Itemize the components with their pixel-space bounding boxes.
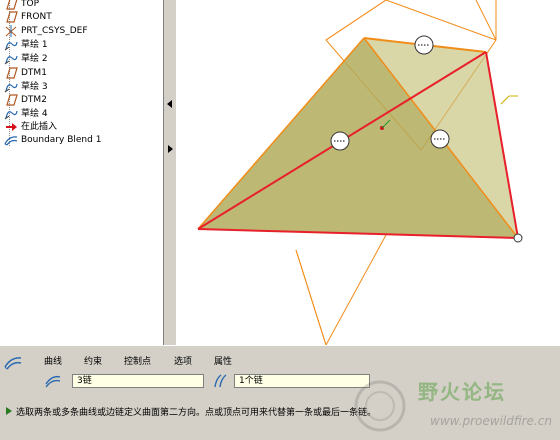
boundary-blend-dashboard: 曲线 约束 控制点 选项 属性 3链 1个链 选取两条或多条曲线或边链定义曲面第…: [0, 345, 560, 440]
first-direction-field[interactable]: 3链: [72, 374, 204, 388]
second-direction-icon: [212, 373, 230, 389]
tab-constraints[interactable]: 约束: [84, 354, 102, 367]
tab-properties[interactable]: 属性: [214, 354, 232, 367]
message-bar: 选取两条或多条曲线或边链定义曲面第二方向。点或顶点可用来代替第一条或最后一条链。: [0, 403, 560, 419]
tab-options[interactable]: 选项: [174, 354, 192, 367]
sketch-icon: [4, 108, 18, 120]
tree-item-sketch-1[interactable]: 草绘 1: [4, 38, 48, 51]
second-direction-field[interactable]: 1个链: [234, 374, 370, 388]
tab-control-points[interactable]: 控制点: [124, 354, 151, 367]
datum-plane-outline-lower-2: [295, 234, 387, 345]
chain-handle[interactable]: [330, 131, 350, 151]
panel-splitter[interactable]: [164, 0, 176, 345]
model-tree: TOP FRONT PRT_CSYS_DEF 草绘 1 草绘 2 DTM1 草绘…: [0, 0, 164, 345]
tree-item-sketch-3[interactable]: 草绘 3: [4, 80, 48, 93]
tree-item-sketch-4[interactable]: 草绘 4: [4, 107, 48, 120]
tree-item-prt-csys-def[interactable]: PRT_CSYS_DEF: [4, 24, 88, 37]
insert-here-icon: [4, 121, 18, 133]
tree-item-insert-here[interactable]: 在此插入: [4, 120, 57, 133]
status-message: 选取两条或多条曲线或边链定义曲面第二方向。点或顶点可用来代替第一条或最后一条链。: [16, 407, 377, 418]
tree-item-front[interactable]: FRONT: [4, 10, 52, 23]
chain-handle[interactable]: [414, 35, 434, 55]
tree-item-top[interactable]: TOP: [4, 0, 39, 10]
datum-plane-icon: [4, 93, 18, 106]
chain-handle[interactable]: [430, 129, 450, 149]
vertex-point: [513, 233, 523, 243]
tree-item-boundary-blend-1[interactable]: Boundary Blend 1: [4, 133, 101, 146]
graphics-viewport[interactable]: [176, 0, 560, 345]
boundary-blend-icon: [4, 134, 18, 146]
tab-curves[interactable]: 曲线: [44, 354, 62, 367]
sketch-icon: [4, 39, 18, 51]
datum-plane-icon: [4, 66, 18, 79]
tree-item-dtm2[interactable]: DTM2: [4, 93, 47, 106]
model-geometry[interactable]: [176, 0, 560, 345]
expand-right-arrow-icon[interactable]: [168, 145, 173, 153]
first-direction-icon: [44, 373, 62, 389]
datum-plane-icon: [4, 0, 18, 10]
datum-plane-icon: [4, 10, 18, 23]
sketch-icon: [4, 81, 18, 93]
tree-item-sketch-2[interactable]: 草绘 2: [4, 52, 48, 65]
csys-icon: [4, 24, 18, 37]
collapse-left-arrow-icon[interactable]: [167, 100, 172, 108]
tree-item-dtm1[interactable]: DTM1: [4, 66, 47, 79]
boundary-blend-tool-icon: [4, 354, 22, 370]
datum-plane-edge: [325, 0, 387, 41]
prompt-arrow-icon: [6, 407, 12, 415]
callout-leader: [500, 95, 510, 105]
sketch-icon: [4, 53, 18, 65]
